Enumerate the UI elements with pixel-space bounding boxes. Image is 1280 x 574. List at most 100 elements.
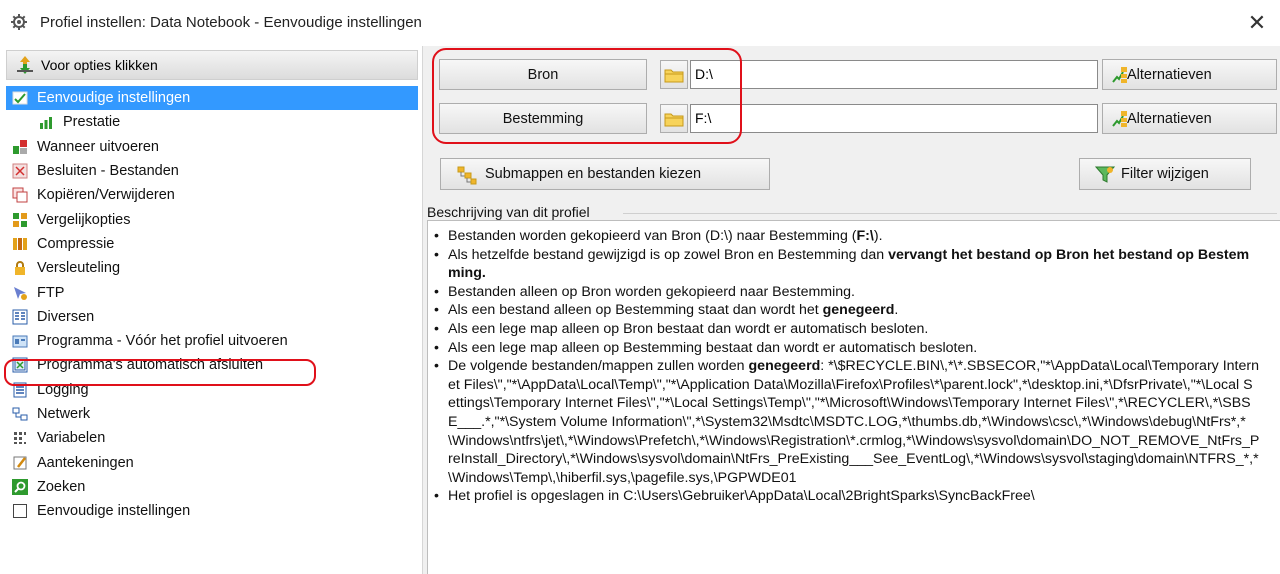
options-header-label: Voor opties klikken [41,57,158,73]
filter-button[interactable]: Filter wijzigen [1079,158,1251,190]
app-icon [11,14,27,30]
notes-icon [13,456,27,470]
tree-item-zoeken[interactable]: Zoeken [6,475,418,499]
destination-alternatives-label: Alternatieven [1127,110,1212,127]
description-item: Als hetzelfde bestand gewijzigd is op zo… [432,246,1260,283]
tree-item-label: Netwerk [37,406,91,422]
tree-item-label: Vergelijkopties [37,211,131,228]
folder-icon [664,113,684,126]
description-text: Het profiel is opgeslagen in C:\Users\Ge… [448,488,1035,505]
destination-folder-button[interactable] [660,104,688,133]
description-item: Het profiel is opgeslagen in C:\Users\Ge… [432,487,1260,506]
tree-item-label: Programma's automatisch afsluiten [37,357,264,374]
decisions-icon [12,163,28,179]
description-text: Bestanden worden gekopieerd van Bron (D:… [448,228,857,244]
tree-item-label: Programma - Vóór het profiel uitvoeren [37,333,288,350]
tree-item-label: Kopiëren/Verwijderen [37,187,175,204]
tree-item-label: Aantekeningen [37,454,134,471]
options-header[interactable]: Voor opties klikken [6,50,418,80]
title-bar: Profiel instellen: Data Notebook - Eenvo… [0,0,1280,46]
tree-item-label: FTP [37,284,65,301]
bar-chart-icon [40,117,52,130]
destination-path-input[interactable]: F:\ [690,104,1098,133]
profile-description: Bestanden worden gekopieerd van Bron (D:… [427,220,1280,574]
tree-item-variabelen[interactable]: Variabelen [6,426,418,450]
description-text: Als hetzelfde bestand gewijzigd is op zo… [448,246,889,263]
description-title: Beschrijving van dit profiel [427,204,590,220]
program-icon [12,335,28,348]
source-button[interactable]: Bron [439,59,647,90]
options-header-icon [17,56,33,74]
tree-item-kopieren-verwijderen[interactable]: Kopiëren/Verwijderen [6,183,418,207]
simple-settings-icon [12,91,28,105]
tree-item-label: Versleuteling [37,260,121,277]
close-button[interactable]: ✕ [1234,0,1280,46]
options-sidebar: Voor opties klikken Eenvoudige instellin… [0,46,422,574]
program-close-icon [12,357,28,373]
lock-icon [15,261,25,276]
tree-item-label: Diversen [37,308,95,325]
destination-button[interactable]: Bestemming [439,103,647,134]
tree-item-label: Logging [37,381,89,398]
tree-item-diversen[interactable]: Diversen [6,305,418,329]
description-divider [623,213,1277,214]
description-item: Bestanden alleen op Bron worden gekopiee… [432,283,1260,302]
subfolders-button[interactable]: Submappen en bestanden kiezen [440,158,770,190]
tree-item-aantekeningen[interactable]: Aantekeningen [6,450,418,474]
tree-item-wanneer-uitvoeren[interactable]: Wanneer uitvoeren [6,135,418,159]
subfolders-label: Submappen en bestanden kiezen [485,166,702,182]
tree-item-label: Zoeken [37,478,86,495]
description-bold-text: genegeerd [822,302,895,319]
description-text: De volgende bestanden/mappen zullen word… [448,358,749,375]
tree-item-programma-voor[interactable]: Programma - Vóór het profiel uitvoeren [6,329,418,353]
schedule-icon [13,139,27,154]
tree-item-programmas-afsluiten[interactable]: Programma's automatisch afsluiten [6,353,418,377]
tree-item-eenvoudige-instellingen-2[interactable]: Eenvoudige instellingen [6,499,418,523]
source-folder-button[interactable] [660,60,688,89]
source-path-input[interactable]: D:\ [690,60,1098,89]
compare-icon [13,212,27,227]
tree-item-logging[interactable]: Logging [6,378,418,402]
tree-item-versleuteling[interactable]: Versleuteling [6,256,418,280]
folder-icon [664,69,684,82]
filter-icon [1095,166,1115,183]
description-bold-text: F:\ [856,228,874,244]
tree-item-vergelijkopties[interactable]: Vergelijkopties [6,207,418,231]
tree-item-netwerk[interactable]: Netwerk [6,402,418,426]
alternatives-icon [1112,111,1127,127]
settings-panel: Bron D:\ Alternatieven Bestemming F:\ Al… [427,46,1280,574]
tree-item-eenvoudige-instellingen[interactable]: Eenvoudige instellingen [6,86,418,111]
variables-icon [14,432,26,445]
misc-icon [12,309,28,325]
description-item: Bestanden worden gekopieerd van Bron (D:… [432,227,1260,246]
alternatives-icon [1112,67,1127,83]
description-text: Als een bestand alleen op Bestemming sta… [448,302,823,319]
tree-item-label: Prestatie [63,114,121,131]
destination-alternatives-button[interactable]: Alternatieven [1102,103,1277,134]
description-text: ). [873,228,883,244]
description-bold-text: genegeerd [748,358,821,375]
description-text: Bestanden alleen op Bron worden gekopiee… [448,283,855,300]
tree-item-compressie[interactable]: Compressie [6,232,418,256]
tree-item-prestatie[interactable]: Prestatie [6,110,418,134]
tree-item-label: Wanneer uitvoeren [37,138,159,155]
compression-icon [13,237,27,250]
source-alternatives-label: Alternatieven [1127,66,1212,83]
logging-icon [13,382,27,398]
description-item: Als een bestand alleen op Bestemming sta… [432,301,1260,320]
description-list: Bestanden worden gekopieerd van Bron (D:… [432,227,1260,506]
tree-item-ftp[interactable]: FTP [6,280,418,304]
checkbox-icon [13,504,27,519]
description-item: Als een lege map alleen op Bron bestaat … [432,320,1260,339]
tree-item-label: Besluiten - Bestanden [37,163,179,180]
description-text: Als een lege map alleen op Bestemming be… [448,339,978,356]
window-title: Profiel instellen: Data Notebook - Eenvo… [40,14,422,31]
tree-item-besluiten-bestanden[interactable]: Besluiten - Bestanden [6,159,418,183]
description-text: : *\$RECYCLE.BIN\,*\*.SBSECOR,"*\AppData… [448,358,1260,486]
tree-item-label: Compressie [37,235,115,252]
description-label: Beschrijving van dit profiel [427,204,1280,220]
description-text: Als een lege map alleen op Bron bestaat … [448,320,929,337]
source-alternatives-button[interactable]: Alternatieven [1102,59,1277,90]
description-item: De volgende bestanden/mappen zullen word… [432,357,1260,487]
description-item: Als een lege map alleen op Bestemming be… [432,339,1260,358]
